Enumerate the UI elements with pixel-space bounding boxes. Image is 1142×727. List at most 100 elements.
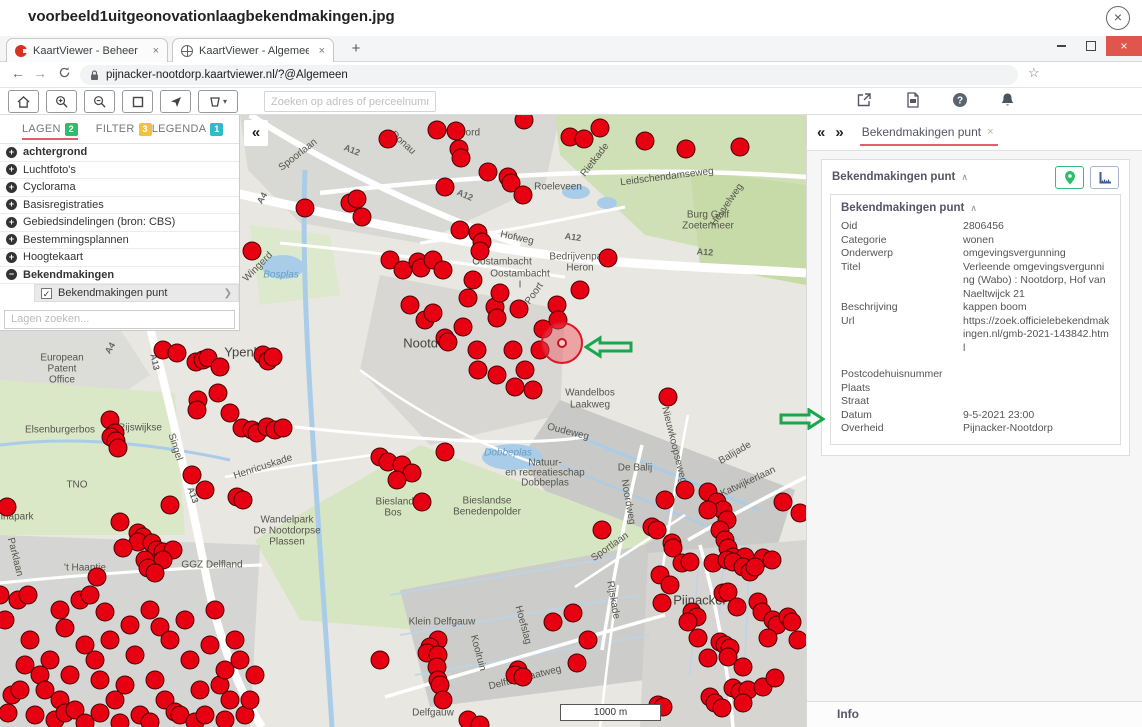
map-dot[interactable] <box>454 318 473 337</box>
map-dot[interactable] <box>579 631 598 650</box>
layer-row[interactable]: +achtergrond <box>0 144 239 162</box>
expand-layer-icon[interactable]: + <box>6 164 17 175</box>
expand-layer-icon[interactable]: + <box>6 147 17 158</box>
map-dot[interactable] <box>424 304 443 323</box>
url-bar[interactable]: pijnacker-nootdorp.kaartviewer.nl/?@Alge… <box>80 65 1018 85</box>
reload-icon[interactable] <box>54 66 74 82</box>
map-dot[interactable] <box>491 284 510 303</box>
map-dot[interactable] <box>101 631 120 650</box>
map-dot[interactable] <box>636 132 655 151</box>
map-dot[interactable] <box>428 121 447 140</box>
map-dot[interactable] <box>196 706 215 725</box>
tab-legenda[interactable]: LEGENDA 1 <box>152 123 224 136</box>
map-dot[interactable] <box>504 341 523 360</box>
layer-row[interactable]: +Hoogtekaart <box>0 249 239 267</box>
panel-tab-close-icon[interactable]: × <box>987 126 993 138</box>
map-dot[interactable] <box>789 631 807 650</box>
map-dot[interactable] <box>469 361 488 380</box>
layer-row[interactable]: +Basisregistraties <box>0 197 239 215</box>
map-dot[interactable] <box>791 504 807 523</box>
layer-row[interactable]: +Cyclorama <box>0 179 239 197</box>
map-dot[interactable] <box>689 629 708 648</box>
map-dot[interactable] <box>479 163 498 182</box>
map-dot[interactable] <box>109 439 128 458</box>
layer-row[interactable]: +Luchtfoto's <box>0 162 239 180</box>
expand-layer-icon[interactable]: + <box>6 199 17 210</box>
map-dot[interactable] <box>515 115 534 130</box>
map-dot[interactable] <box>274 419 293 438</box>
map-dot[interactable] <box>514 186 533 205</box>
panel-tab[interactable]: Bekendmakingen punt × <box>860 119 998 146</box>
map-dot[interactable] <box>146 671 165 690</box>
collapse-layer-icon[interactable]: − <box>6 269 17 280</box>
layer-row[interactable]: +Gebiedsindelingen (bron: CBS) <box>0 214 239 232</box>
notifications-button[interactable] <box>1000 92 1020 110</box>
map-canvas[interactable]: A12A12A12A12A4A4A13A13SpoorlaanDonauoord… <box>0 115 806 727</box>
address-search-input[interactable] <box>264 91 436 112</box>
expand-layer-icon[interactable]: + <box>6 182 17 193</box>
share-edit-button[interactable] <box>856 92 876 110</box>
map-dot[interactable] <box>21 631 40 650</box>
map-dot[interactable] <box>371 651 390 670</box>
map-dot[interactable] <box>746 558 765 577</box>
map-dot[interactable] <box>759 629 778 648</box>
map-dot[interactable] <box>699 649 718 668</box>
map-dot[interactable] <box>91 704 110 723</box>
map-dot[interactable] <box>206 601 225 620</box>
map-dot[interactable] <box>243 242 262 261</box>
map-dot[interactable] <box>91 671 110 690</box>
map-dot[interactable] <box>488 366 507 385</box>
browser-tab-algemeen[interactable]: KaartViewer - Algemeen × <box>172 38 334 62</box>
map-dot[interactable] <box>774 493 793 512</box>
map-dot[interactable] <box>676 481 695 500</box>
map-dot[interactable] <box>0 704 18 723</box>
map-dot[interactable] <box>188 401 207 420</box>
map-dot[interactable] <box>81 586 100 605</box>
map-dot[interactable] <box>459 289 478 308</box>
map-dot[interactable] <box>264 348 283 367</box>
zoom-out-button[interactable] <box>84 90 115 113</box>
map-dot[interactable] <box>114 539 133 558</box>
map-dot[interactable] <box>0 611 15 630</box>
map-dot[interactable] <box>141 601 160 620</box>
expand-layer-icon[interactable]: + <box>6 234 17 245</box>
map-dot[interactable] <box>471 716 490 727</box>
map-dot[interactable] <box>653 594 672 613</box>
tab-lagen[interactable]: LAGEN 2 <box>22 123 78 140</box>
forward-icon[interactable]: → <box>30 65 50 81</box>
map-dot[interactable] <box>226 631 245 650</box>
layer-search-input[interactable] <box>4 310 235 329</box>
tab-close-icon[interactable]: × <box>143 45 159 57</box>
map-dot[interactable] <box>111 714 130 727</box>
map-dot[interactable] <box>571 281 590 300</box>
map-dot[interactable] <box>516 361 535 380</box>
map-dot[interactable] <box>681 553 700 572</box>
map-dot[interactable] <box>731 138 750 157</box>
sublayer-bekendmakingen-punt[interactable]: ✓ Bekendmakingen punt ❯ <box>34 284 239 302</box>
map-dot[interactable] <box>568 654 587 673</box>
map-dot[interactable] <box>451 221 470 240</box>
map-dot[interactable] <box>728 598 747 617</box>
map-dot[interactable] <box>246 666 265 685</box>
map-dot[interactable] <box>11 681 30 700</box>
profile-measure-button[interactable] <box>1090 166 1119 189</box>
select-polygon-button[interactable]: ▾ <box>198 90 238 113</box>
map-dot[interactable] <box>176 611 195 630</box>
map-dot[interactable] <box>656 491 675 510</box>
map-dot[interactable] <box>221 691 240 710</box>
map-dot[interactable] <box>591 119 610 138</box>
map-dot[interactable] <box>677 140 696 159</box>
map-dot[interactable] <box>56 619 75 638</box>
image-close-button[interactable]: × <box>1106 6 1130 30</box>
feature-attributes-header[interactable]: Bekendmakingen punt ∧ <box>831 195 1120 220</box>
map-dot[interactable] <box>161 496 180 515</box>
map-dot[interactable] <box>436 178 455 197</box>
map-dot[interactable] <box>111 513 130 532</box>
info-section-bar[interactable]: Info <box>807 701 1142 727</box>
selected-point-marker[interactable] <box>541 322 583 364</box>
map-dot[interactable] <box>514 668 533 687</box>
map-dot[interactable] <box>699 501 718 520</box>
map-dot[interactable] <box>593 521 612 540</box>
map-dot[interactable] <box>599 249 618 268</box>
map-dot[interactable] <box>524 381 543 400</box>
